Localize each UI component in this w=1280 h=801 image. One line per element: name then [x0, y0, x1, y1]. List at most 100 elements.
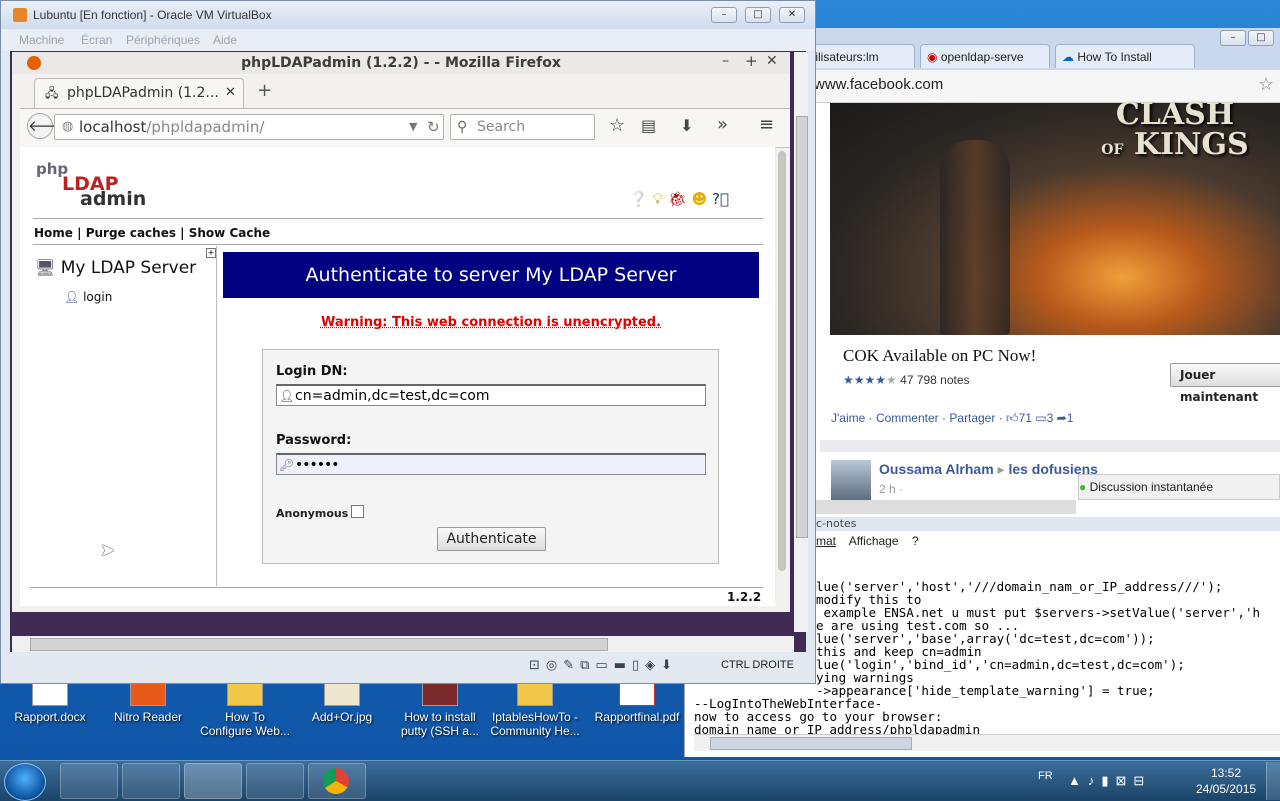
divider [33, 218, 763, 219]
chat-bar[interactable]: ● Discussion instantanée [1078, 474, 1280, 500]
desktop-icon-rapport[interactable]: Rapport.docx [5, 680, 95, 724]
desktop-icon-nitro[interactable]: Nitro Reader [103, 680, 193, 724]
expand-icon[interactable]: + [206, 248, 216, 258]
pla-favicon-icon: 🖧︎ [45, 86, 59, 100]
virtualbox-titlebar[interactable]: Lubuntu [En fonction] - Oracle VM Virtua… [1, 1, 815, 29]
divider [30, 587, 763, 588]
login-dn-value: cn=admin,dc=test,dc=com [295, 388, 490, 404]
menu-peripheriques[interactable]: Périphériques [126, 33, 200, 47]
back-button[interactable]: 🡐 [27, 113, 68, 139]
firefox-titlebar[interactable]: phpLDAPadmin (1.2.2) - - Mozilla Firefox [12, 52, 790, 74]
search-input[interactable]: ⚲ Search [450, 114, 595, 140]
post-header[interactable]: Oussama Alrham ▸ les dofusiens [879, 461, 1098, 478]
chrome-tab-favicon-icon: ☁ [1062, 50, 1078, 64]
url-input[interactable]: ◍ localhost/phpldapadmin/ ▼ ↻ [54, 114, 444, 140]
reading-list-icon[interactable]: ▤ [641, 116, 656, 135]
new-tab-icon[interactable]: + [257, 80, 272, 101]
show-desktop-button[interactable] [1266, 762, 1280, 800]
phpldapadmin-logo[interactable]: php LDAP admin [36, 162, 146, 209]
vbox-close-button[interactable]: ✕ [779, 7, 805, 23]
chrome-tab-3[interactable]: ☁ How To Install [1055, 44, 1195, 68]
menu-view[interactable]: Affichage [849, 534, 899, 548]
bookmark-star-icon[interactable]: ☆ [1258, 74, 1274, 95]
clock-date[interactable]: 24/05/2015 [1196, 782, 1256, 796]
vbox-maximize-button[interactable]: □ [745, 7, 771, 23]
tab-close-icon[interactable]: ✕ [225, 79, 236, 107]
menu-ecran[interactable]: Écran [81, 33, 112, 47]
overflow-chevron-icon[interactable]: » [717, 114, 728, 135]
taskbar-chrome-button[interactable] [308, 763, 366, 799]
vbox-minimize-button[interactable]: – [711, 7, 737, 23]
arrow-right-icon: ▸ [997, 461, 1005, 477]
question-circle-icon[interactable]: ?⃝ [712, 190, 729, 208]
vbox-device-icons[interactable]: ⊡◎✎⧉▭▬▯◈⬇ [529, 658, 678, 673]
bug-icon[interactable]: 🐞︎ [668, 190, 687, 208]
warrior-figure [940, 140, 1010, 335]
tree-divider [216, 246, 217, 586]
desktop-icon-howto[interactable]: How To Configure Web... [200, 680, 290, 738]
chrome-url-text: www.facebook.com [814, 76, 944, 93]
scroll-thumb[interactable] [778, 151, 786, 571]
chrome-icon [323, 768, 349, 794]
firefox-tab[interactable]: 🖧︎ phpLDAPadmin (1.2... ✕ [34, 78, 244, 108]
menu-aide[interactable]: Aide [213, 33, 237, 47]
menu-machine[interactable]: Machine [19, 33, 64, 47]
chrome-maximize-button[interactable]: □ [1248, 30, 1274, 46]
ff-minimize-button[interactable]: – [722, 53, 729, 69]
chrome-tab-1[interactable]: tilisateurs:lm [805, 44, 915, 68]
desktop-icon-addor[interactable]: Add+Or.jpg [297, 680, 387, 724]
desktop-icon-iptables[interactable]: IptablesHowTo - Community He... [490, 680, 580, 738]
taskbar-explorer-button[interactable] [60, 763, 118, 799]
firefox-title-text: phpLDAPadmin (1.2.2) - - Mozilla Firefox [241, 55, 561, 71]
menu-format[interactable]: mat [816, 534, 836, 548]
show-cache-link[interactable]: Show Cache [189, 226, 270, 240]
vbox-vertical-scrollbar[interactable] [794, 52, 808, 632]
user-icon: 👤︎ [64, 290, 80, 304]
home-link[interactable]: Home [34, 226, 73, 240]
smiley-icon[interactable]: ☻ [692, 190, 708, 208]
post-actions[interactable]: J'aime · Commenter · Partager · 👍︎71 ▭3 … [831, 411, 1073, 426]
tray-icons[interactable]: ▲♪▮⊠⊟ [1068, 773, 1151, 789]
desktop-icon-rapportfinal[interactable]: Rapportfinal.pdf [592, 680, 682, 724]
tree-server[interactable]: 🖥︎ My LDAP Server [35, 258, 196, 278]
vbox-horizontal-scrollbar[interactable] [12, 636, 794, 652]
anonymous-checkbox[interactable] [351, 505, 364, 518]
page-vertical-scrollbar[interactable] [777, 147, 787, 606]
scroll-thumb[interactable] [30, 638, 608, 651]
start-button[interactable] [4, 763, 46, 801]
notepad-horizontal-scrollbar[interactable] [694, 734, 1280, 751]
post-time: 2 h · [879, 482, 904, 496]
taskbar-paint-button[interactable] [122, 763, 180, 799]
dropdown-arrow-icon[interactable]: ▼ [409, 115, 417, 139]
authenticate-button[interactable]: Authenticate [437, 527, 546, 551]
taskbar-notepad-button[interactable] [246, 763, 304, 799]
scroll-thumb[interactable] [796, 116, 808, 538]
language-indicator[interactable]: FR [1038, 770, 1053, 782]
play-now-button[interactable]: Jouer maintenant [1170, 363, 1280, 404]
lightbulb-icon[interactable]: 💡︎ [652, 190, 663, 208]
chrome-minimize-button[interactable]: – [1220, 30, 1246, 46]
download-icon[interactable]: ⬇ [680, 116, 693, 135]
ad-title[interactable]: COK Available on PC Now! [843, 346, 1036, 366]
avatar[interactable] [831, 460, 871, 500]
purge-caches-link[interactable]: Purge caches [86, 226, 176, 240]
menu-help[interactable]: ? [912, 534, 919, 548]
bookmark-star-icon[interactable]: ☆ [609, 115, 625, 136]
ff-maximize-button[interactable]: + [745, 52, 758, 70]
share-icon: ➦ [1056, 411, 1067, 425]
tree-login-link[interactable]: 👤︎ login [64, 290, 112, 304]
login-dn-input[interactable]: 👤︎ cn=admin,dc=test,dc=com [276, 384, 706, 406]
ff-close-button[interactable]: ✕ [766, 53, 778, 69]
chrome-tab-2[interactable]: ◉ openldap-serve [920, 44, 1050, 68]
clock-time[interactable]: 13:52 [1211, 766, 1241, 780]
password-input[interactable]: 🔑︎ •••••• [276, 453, 706, 475]
taskbar-virtualbox-button[interactable] [184, 763, 242, 799]
desktop-icon-putty[interactable]: How to install putty (SSH a... [395, 680, 485, 738]
url-text: localhost/phpldapadmin/ [79, 118, 265, 136]
help-icon[interactable]: ❔ [629, 190, 648, 208]
reload-icon[interactable]: ↻ [427, 115, 440, 139]
hamburger-menu-icon[interactable]: ≡ [759, 114, 774, 135]
key-icon: 🔑︎ [279, 458, 295, 472]
chrome-horizontal-scrollbar[interactable] [816, 500, 1076, 514]
scroll-thumb[interactable] [710, 737, 912, 750]
